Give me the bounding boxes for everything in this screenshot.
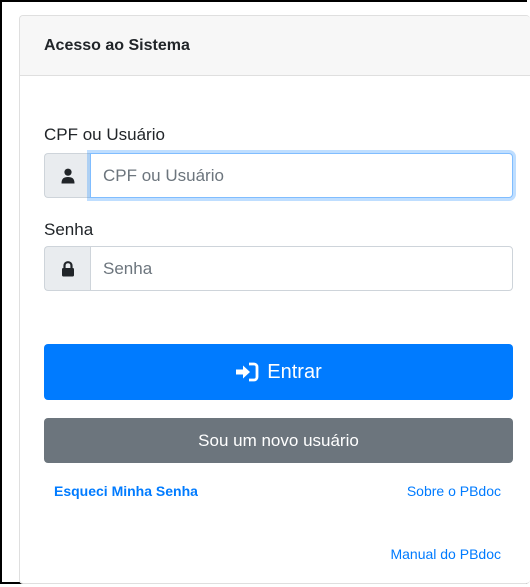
password-label: Senha [44,220,94,239]
manual-link[interactable]: Manual do PBdoc [390,546,501,562]
password-input[interactable] [90,246,513,291]
lock-icon [44,246,90,291]
password-input-group [44,246,513,291]
user-icon [44,153,90,198]
login-button-label: Entrar [267,360,322,383]
new-user-button[interactable]: Sou um novo usuário [44,418,513,463]
user-input-group [44,153,513,198]
user-input[interactable] [90,153,513,198]
card-header: Acesso ao Sistema [20,16,530,76]
card-title: Acesso ao Sistema [44,36,190,54]
user-label: CPF ou Usuário [44,125,165,144]
sign-in-icon [235,362,259,382]
new-user-button-label: Sou um novo usuário [198,430,359,450]
login-button[interactable]: Entrar [44,344,513,400]
about-link[interactable]: Sobre o PBdoc [407,483,501,499]
login-card: Acesso ao Sistema CPF ou Usuário Senha [19,15,530,584]
forgot-password-link[interactable]: Esqueci Minha Senha [54,483,198,499]
